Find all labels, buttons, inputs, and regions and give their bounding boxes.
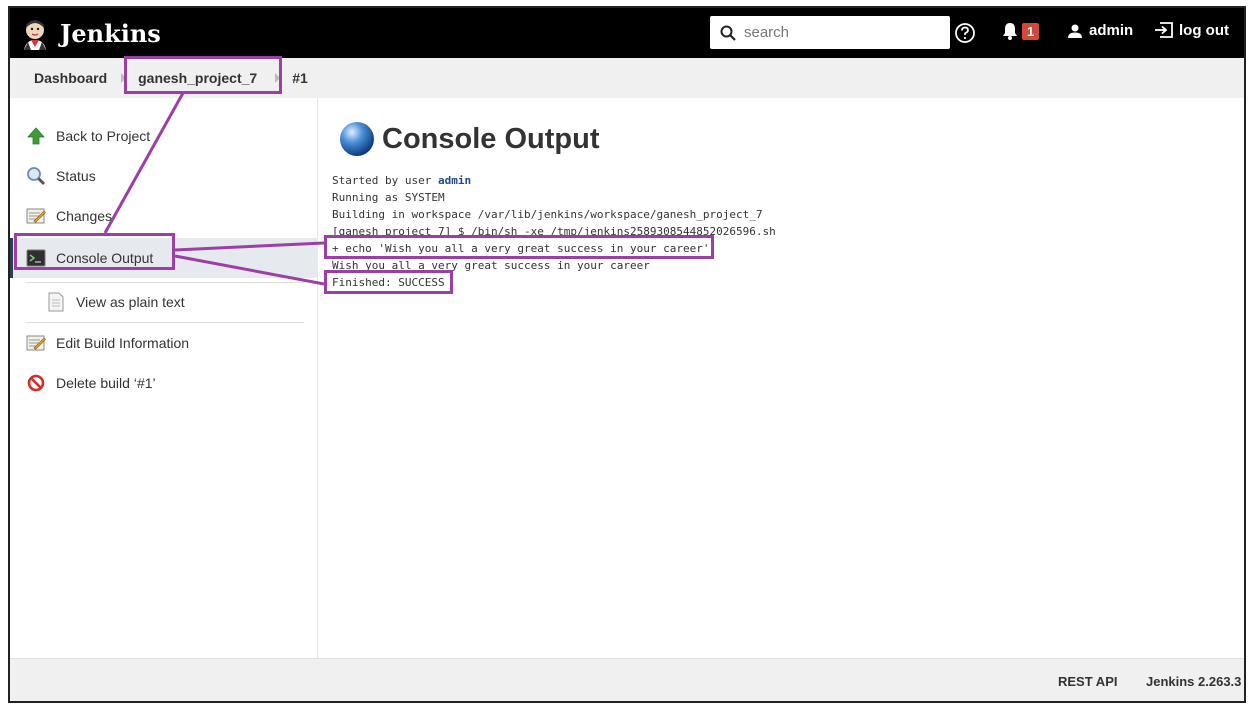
page-title-row: Console Output <box>338 120 599 158</box>
console-line: [ganesh_project_7] $ /bin/sh -xe /tmp/je… <box>332 225 776 238</box>
sidebar-item-status[interactable]: Status <box>10 156 318 196</box>
breadcrumb: Dashboard ganesh_project_7 #1 <box>10 58 1244 98</box>
console-output: Started by user admin Running as SYSTEM Bu… <box>332 172 776 291</box>
user-menu[interactable]: admin <box>1067 22 1133 39</box>
user-icon <box>1068 24 1082 38</box>
user-name: admin <box>1089 22 1134 39</box>
search-input[interactable] <box>744 24 934 41</box>
notification-badge: 1 <box>1022 22 1040 40</box>
document-icon <box>46 292 66 312</box>
rest-api-link[interactable]: REST API <box>1058 674 1117 689</box>
jenkins-butler-icon <box>24 20 46 50</box>
search-icon <box>720 25 736 41</box>
sidebar-item-back-to-project[interactable]: Back to Project <box>10 116 318 156</box>
sidebar-item-delete-build[interactable]: Delete build ‘#1’ <box>10 363 318 403</box>
magnifier-icon <box>26 166 46 186</box>
sidebar-item-label: Console Output <box>56 250 154 266</box>
notepad-icon <box>26 206 46 226</box>
logout-label: log out <box>1179 21 1229 39</box>
sidebar-item-label: Back to Project <box>56 128 151 144</box>
terminal-icon <box>26 248 46 268</box>
page-title: Console Output <box>382 122 600 155</box>
main-content: Console Output Started by user admin Runn… <box>330 98 1240 658</box>
console-line: Started by user admin <box>332 172 776 189</box>
bell-icon <box>1003 23 1017 40</box>
sidebar-item-console-output[interactable]: Console Output <box>10 238 318 278</box>
page-footer: REST API Jenkins 2.263.3 <box>10 658 1244 701</box>
notepad-icon <box>26 333 46 353</box>
breadcrumb-build[interactable]: #1 <box>292 70 308 86</box>
help-icon[interactable] <box>954 22 976 44</box>
brand-name: Jenkins <box>60 18 161 48</box>
jenkins-logo[interactable]: Jenkins <box>18 16 161 50</box>
console-line-echo-command: + echo 'Wish you all a very great succes… <box>332 242 710 255</box>
sidebar-item-changes[interactable]: Changes <box>10 196 318 236</box>
breadcrumb-separator <box>275 73 281 83</box>
jenkins-version-link[interactable]: Jenkins 2.263.3 <box>1146 674 1241 689</box>
sidebar-item-label: Changes <box>56 208 113 224</box>
jenkins-window: Jenkins 1 admin <box>8 6 1246 703</box>
sidebar-item-label: Status <box>56 168 96 184</box>
breadcrumb-separator <box>121 73 127 83</box>
sidebar-item-label: Edit Build Information <box>56 335 190 351</box>
sidebar: Back to Project Status Changes Console O… <box>10 98 318 658</box>
sidebar-item-label: View as plain text <box>76 294 185 310</box>
console-line: Building in workspace /var/lib/jenkins/w… <box>332 208 763 221</box>
console-line: Wish you all a very great success in you… <box>332 259 650 272</box>
logout-icon <box>1155 22 1173 38</box>
console-line-finished-status: Finished: SUCCESS <box>332 276 445 289</box>
sidebar-item-view-plain-text[interactable]: View as plain text <box>10 282 318 322</box>
breadcrumb-project[interactable]: ganesh_project_7 <box>138 70 257 86</box>
sidebar-item-label: Delete build ‘#1’ <box>56 375 156 391</box>
search-box <box>710 16 950 49</box>
top-header: Jenkins 1 admin <box>10 8 1244 58</box>
blue-ball-icon <box>340 122 374 156</box>
no-entry-icon <box>26 373 46 393</box>
notifications[interactable]: 1 <box>1002 22 1040 40</box>
up-arrow-icon <box>26 126 46 146</box>
logout-link[interactable]: log out <box>1154 21 1229 39</box>
console-started-text: Started by user <box>332 174 438 187</box>
console-user-link[interactable]: admin <box>438 174 471 187</box>
console-line: Running as SYSTEM <box>332 191 445 204</box>
sidebar-item-edit-build-info[interactable]: Edit Build Information <box>10 323 318 363</box>
breadcrumb-dashboard[interactable]: Dashboard <box>34 70 107 86</box>
